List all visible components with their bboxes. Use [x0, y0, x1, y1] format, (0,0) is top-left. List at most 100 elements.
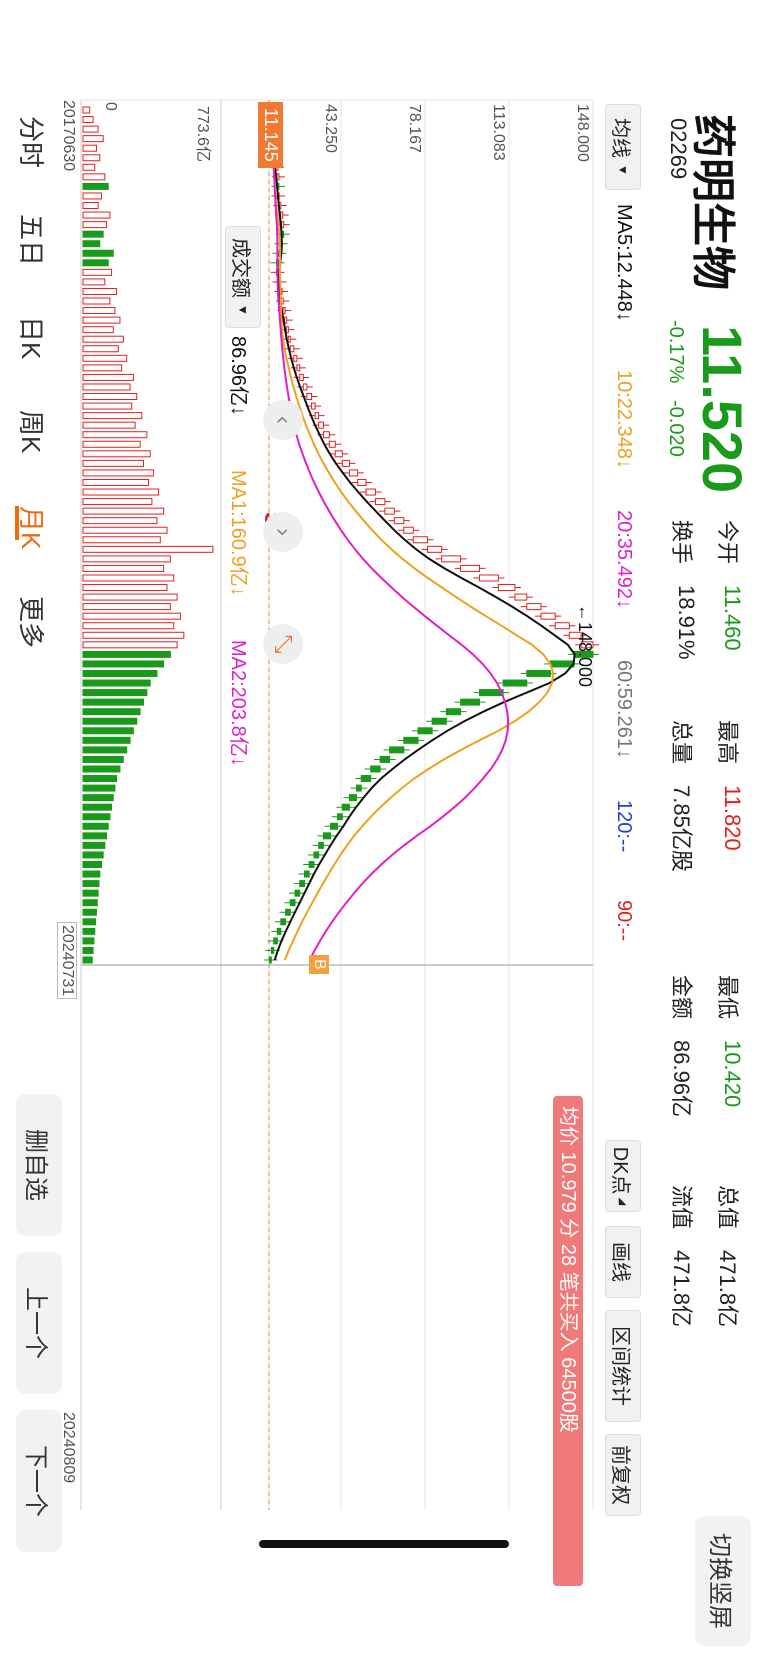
tab-monthly-k[interactable]: 月K: [14, 506, 51, 549]
volume-ma1: MA1:160.9亿↓: [227, 470, 249, 597]
candle: [287, 335, 291, 343]
volume-bar: [82, 765, 121, 773]
candle: [313, 851, 320, 859]
volume-ma2: MA2:203.8亿↓: [227, 640, 249, 767]
candle: [502, 679, 528, 687]
candle: [328, 440, 336, 448]
volume-bar: [82, 918, 97, 926]
candle: [302, 383, 308, 391]
candle: [348, 469, 359, 477]
candle: [426, 545, 443, 553]
volume-bar: [82, 478, 150, 486]
volume-bar: [82, 221, 108, 229]
volume-bar: [82, 278, 106, 286]
volume-bar: [82, 717, 138, 725]
volume-bar: [82, 860, 102, 868]
volume-bar: [82, 116, 94, 124]
shrink-icon[interactable]: ⤡: [263, 624, 303, 664]
volume-bar: [82, 402, 133, 410]
next-button[interactable]: 下一个: [16, 1410, 62, 1552]
price-tick-3: 78.167: [406, 104, 423, 153]
volume-bar: [82, 459, 144, 467]
candle: [322, 431, 330, 439]
volume-bar: [82, 412, 143, 420]
volume-bar: [82, 431, 148, 439]
candle: [417, 727, 433, 735]
volume-bar: [82, 794, 114, 802]
candle: [284, 316, 288, 324]
volume-bar: [82, 727, 134, 735]
price-tick-2: 113.083: [490, 104, 507, 161]
candle: [441, 555, 462, 563]
volume-bar: [82, 593, 178, 601]
volume-bar: [82, 192, 102, 200]
tab-intraday[interactable]: 分时: [14, 116, 51, 168]
volume-bar: [82, 564, 165, 572]
date-cross: 20240731: [57, 922, 77, 1000]
volume-bar: [82, 622, 175, 630]
volume-bar: [82, 937, 95, 945]
tab-more[interactable]: 更多: [14, 596, 51, 648]
candle: [289, 899, 296, 907]
candle: [445, 708, 462, 716]
volume-bar: [82, 841, 106, 849]
candle: [431, 717, 447, 725]
volume-bar: [82, 803, 113, 811]
volume-bar: [82, 574, 175, 582]
candle: [526, 603, 542, 611]
volume-bar: [82, 612, 181, 620]
candle: [357, 478, 367, 486]
candle: [299, 373, 304, 381]
candle: [497, 584, 516, 592]
volume-bar: [82, 775, 118, 783]
volume-bar: [82, 889, 99, 897]
volume-bar: [82, 488, 160, 496]
volume-bar: [82, 555, 171, 563]
kline-chart[interactable]: [0, 0, 769, 1665]
previous-button[interactable]: 上一个: [16, 1252, 62, 1394]
candle: [370, 765, 381, 773]
volume-bar: [82, 144, 97, 152]
active-tab-underline: [15, 506, 19, 540]
candle: [379, 755, 391, 763]
volume-bar: [82, 106, 91, 114]
scroll-left-icon[interactable]: ‹: [263, 400, 303, 440]
volume-bar: [82, 230, 104, 238]
tab-five-day[interactable]: 五日: [14, 214, 51, 266]
volume-bar: [82, 440, 141, 448]
candle: [356, 784, 362, 792]
volume-bar: [82, 326, 114, 334]
candle: [308, 860, 315, 868]
volume-bar: [82, 507, 165, 515]
candle: [285, 326, 289, 334]
candles-layer: [264, 106, 599, 964]
volume-bar: [82, 450, 151, 458]
volume-bar: [82, 173, 106, 181]
delete-watchlist-button[interactable]: 删自选: [16, 1094, 62, 1236]
candle: [306, 393, 313, 401]
volume-bar: [82, 297, 111, 305]
candle: [285, 908, 291, 916]
volume-bar: [82, 498, 153, 506]
volume-bar: [82, 211, 111, 219]
tab-daily-k[interactable]: 日K: [14, 316, 51, 359]
volume-bar: [82, 268, 113, 276]
app-landscape-view: 药明生物 02269 11.520 -0.17% -0.020 今开 11.46…: [0, 0, 769, 1665]
candle: [296, 364, 301, 372]
candle: [329, 822, 339, 830]
volume-bar: [82, 240, 101, 248]
candle: [337, 813, 343, 821]
volume-current: 86.96亿↓: [227, 336, 249, 417]
volume-selector[interactable]: 成交额 ▼: [225, 226, 261, 328]
candle: [540, 612, 556, 620]
volume-bar: [82, 755, 124, 763]
candle: [293, 354, 298, 362]
tab-weekly-k[interactable]: 周K: [14, 410, 51, 453]
volume-bar: [82, 135, 104, 143]
candle: [268, 956, 272, 964]
volume-bar: [82, 708, 141, 716]
high-marker: ←148.000: [575, 604, 595, 688]
candle: [374, 498, 386, 506]
volume-bar: [82, 335, 124, 343]
scroll-right-icon[interactable]: ›: [263, 512, 303, 552]
